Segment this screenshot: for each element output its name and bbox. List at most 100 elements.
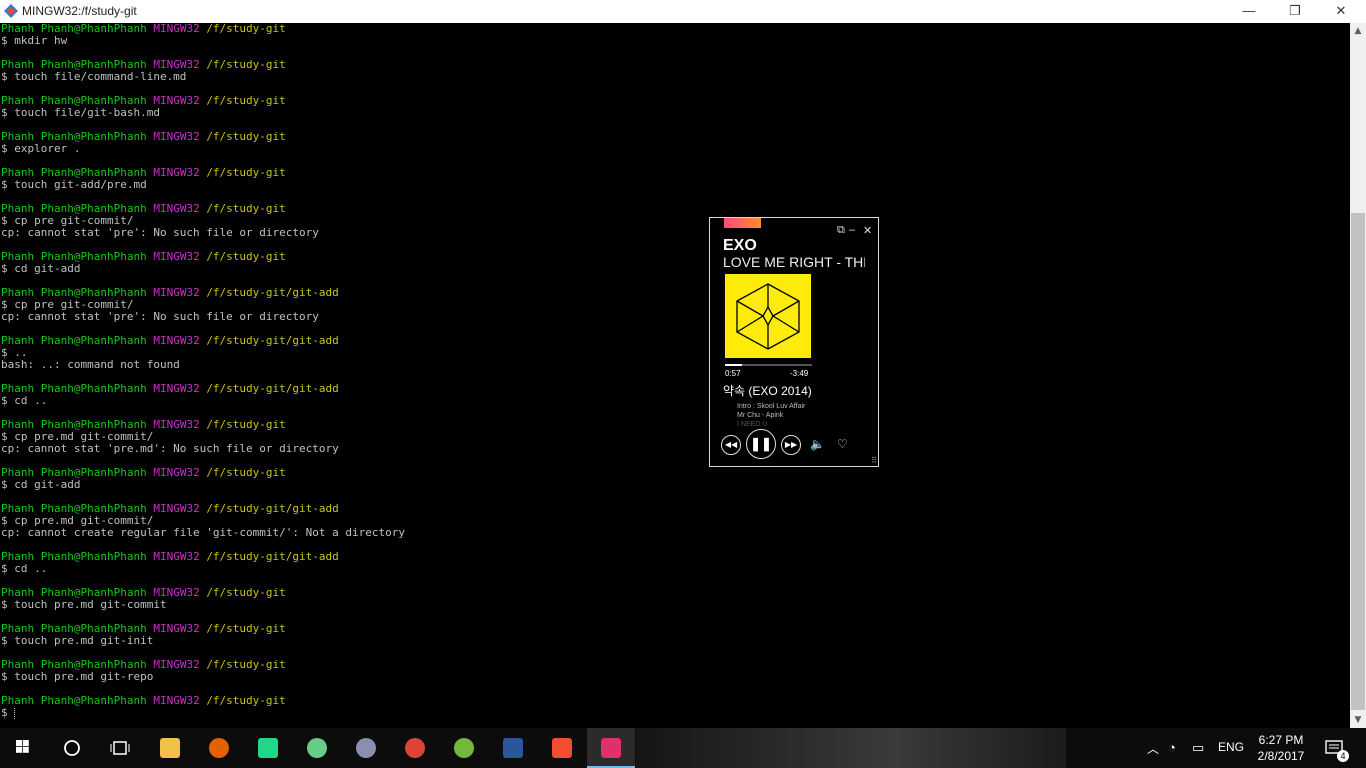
prompt-system: MINGW32: [153, 94, 200, 107]
prompt-system: MINGW32: [153, 466, 200, 479]
terminal-prompt-line: Phanh Phanh@PhanhPhanh MINGW32 /f/study-…: [0, 467, 1350, 479]
terminal-output-line: bash: ..: command not found: [1, 358, 180, 371]
prompt-path: /f/study-git: [206, 130, 286, 143]
restore-button[interactable]: ❐: [1272, 0, 1318, 23]
window-title: MINGW32:/f/study-git: [22, 4, 137, 18]
taskbar: ︿ ◔ ▭ ENG 6:27 PM 2/8/2017 4: [0, 728, 1366, 768]
task-view-icon: [110, 741, 130, 755]
search-button[interactable]: [48, 728, 96, 768]
taskbar-app-music-player[interactable]: [587, 728, 635, 768]
app-globe-icon: [356, 738, 376, 758]
terminal-output-line: $ cd ..: [1, 394, 48, 407]
prompt-path: /f/study-git/git-add: [206, 550, 339, 563]
prompt-path: /f/study-git: [206, 586, 286, 599]
prompt-system: MINGW32: [153, 250, 200, 263]
taskbar-app-word[interactable]: [489, 728, 537, 768]
taskbar-app-pycharm[interactable]: [244, 728, 292, 768]
window-titlebar: MINGW32:/f/study-git — ❐ ✕: [0, 0, 1366, 23]
pause-icon[interactable]: ❚❚: [746, 429, 776, 459]
queue-item[interactable]: Intro : Skool Luv Affair: [737, 403, 805, 410]
scroll-down-arrow-icon[interactable]: ▼: [1350, 712, 1366, 728]
resize-grip-icon[interactable]: ⠿: [871, 456, 877, 465]
taskbar-background-image: [636, 728, 1066, 768]
terminal-prompt-line: Phanh Phanh@PhanhPhanh MINGW32 /f/study-…: [0, 167, 1350, 179]
prompt-path: /f/study-git: [206, 694, 286, 707]
terminal-output-line: $ cd git-add: [1, 262, 81, 275]
queue-item[interactable]: I NEED U: [737, 421, 767, 428]
player-accent-bar: [724, 218, 761, 228]
firefox-icon: [209, 738, 229, 758]
album-title: 약속 (EXO 2014): [723, 384, 812, 398]
terminal-output-line: $ touch git-add/pre.md: [1, 178, 147, 191]
action-center-button[interactable]: 4: [1318, 728, 1366, 768]
start-button[interactable]: [0, 728, 48, 768]
next-track-icon[interactable]: ▶▶: [781, 435, 801, 455]
git-gui-icon: [552, 738, 572, 758]
close-button[interactable]: ✕: [1318, 0, 1364, 23]
player-minimize-icon[interactable]: –: [849, 224, 855, 236]
terminal-input-line[interactable]: $: [0, 707, 1350, 719]
prompt-path: /f/study-git/git-add: [206, 502, 339, 515]
exo-logo-icon: [736, 283, 800, 350]
queue-item[interactable]: Mr Chu - Apink: [737, 412, 783, 419]
compact-mode-icon[interactable]: ⧉: [837, 224, 845, 237]
prompt-system: MINGW32: [153, 550, 200, 563]
player-close-icon[interactable]: ✕: [863, 224, 872, 237]
terminal-prompt-line: Phanh Phanh@PhanhPhanh MINGW32 /f/study-…: [0, 23, 1350, 35]
previous-track-icon[interactable]: ◀◀: [721, 435, 741, 455]
terminal-scrollbar[interactable]: ▲ ▼: [1350, 23, 1366, 728]
terminal-prompt-line: Phanh Phanh@PhanhPhanh MINGW32 /f/study-…: [0, 503, 1350, 515]
minimize-button[interactable]: —: [1226, 0, 1272, 23]
terminal-prompt-line: Phanh Phanh@PhanhPhanh MINGW32 /f/study-…: [0, 587, 1350, 599]
taskbar-app-firefox[interactable]: [195, 728, 243, 768]
utorrent-icon: [454, 738, 474, 758]
terminal-output-line: cp: cannot create regular file 'git-comm…: [1, 526, 405, 539]
file-explorer-icon: [160, 738, 180, 758]
artist-name: EXO: [723, 237, 757, 254]
prompt-system: MINGW32: [153, 166, 200, 179]
terminal-prompt-line: Phanh Phanh@PhanhPhanh MINGW32 /f/study-…: [0, 419, 1350, 431]
prompt-path: /f/study-git: [206, 658, 286, 671]
windows-logo-icon: [16, 740, 29, 753]
terminal-output-line: $ touch pre.md git-commit: [1, 598, 167, 611]
scroll-up-arrow-icon[interactable]: ▲: [1350, 23, 1366, 39]
terminal-output-line: cp: cannot stat 'pre.md': No such file o…: [1, 442, 339, 455]
album-art: [725, 274, 811, 358]
taskbar-app-file-explorer[interactable]: [146, 728, 194, 768]
pycharm-icon: [258, 738, 278, 758]
heart-icon[interactable]: ♡: [837, 437, 848, 451]
terminal-output[interactable]: Phanh Phanh@PhanhPhanh MINGW32 /f/study-…: [0, 23, 1350, 728]
prompt-path: /f/study-git: [206, 23, 286, 35]
taskbar-app-app-globe[interactable]: [342, 728, 390, 768]
terminal-prompt-line: Phanh Phanh@PhanhPhanh MINGW32 /f/study-…: [0, 59, 1350, 71]
cortana-circle-icon: [64, 740, 80, 756]
taskbar-app-utorrent[interactable]: [440, 728, 488, 768]
prompt-system: MINGW32: [153, 334, 200, 347]
terminal-prompt-line: Phanh Phanh@PhanhPhanh MINGW32 /f/study-…: [0, 287, 1350, 299]
playback-progress-bar[interactable]: [725, 364, 812, 366]
mini-music-player[interactable]: ⧉ – ✕ EXO LOVE ME RIGHT - THE 4TH ALBUM …: [709, 217, 879, 467]
music-player-icon: [601, 738, 621, 758]
volume-icon[interactable]: 🔈: [810, 437, 825, 451]
prompt-system: MINGW32: [153, 382, 200, 395]
terminal-output-line: $ explorer .: [1, 142, 81, 155]
scrollbar-thumb[interactable]: [1351, 213, 1365, 710]
taskbar-app-git-gui[interactable]: [538, 728, 586, 768]
terminal-output-line: $ touch pre.md git-init: [1, 634, 154, 647]
clock-time: 6:27 PM: [1258, 733, 1304, 747]
taskbar-app-atom[interactable]: [293, 728, 341, 768]
taskbar-app-chrome[interactable]: [391, 728, 439, 768]
prompt-symbol: $: [1, 706, 15, 719]
prompt-system: MINGW32: [153, 130, 200, 143]
song-title: LOVE ME RIGHT - THE 4TH ALBUM REPACKAGE: [723, 254, 865, 270]
prompt-path: /f/study-git: [206, 58, 286, 71]
prompt-path: /f/study-git: [206, 94, 286, 107]
task-view-button[interactable]: [96, 728, 144, 768]
prompt-path: /f/study-git/git-add: [206, 286, 339, 299]
prompt-system: MINGW32: [153, 502, 200, 515]
terminal-output-line: $ ..: [1, 346, 28, 359]
terminal-output-line: $ touch file/command-line.md: [1, 70, 187, 83]
system-clock[interactable]: 6:27 PM 2/8/2017: [1253, 732, 1309, 764]
prompt-system: MINGW32: [153, 286, 200, 299]
terminal-output-line: $ cd git-add: [1, 478, 81, 491]
